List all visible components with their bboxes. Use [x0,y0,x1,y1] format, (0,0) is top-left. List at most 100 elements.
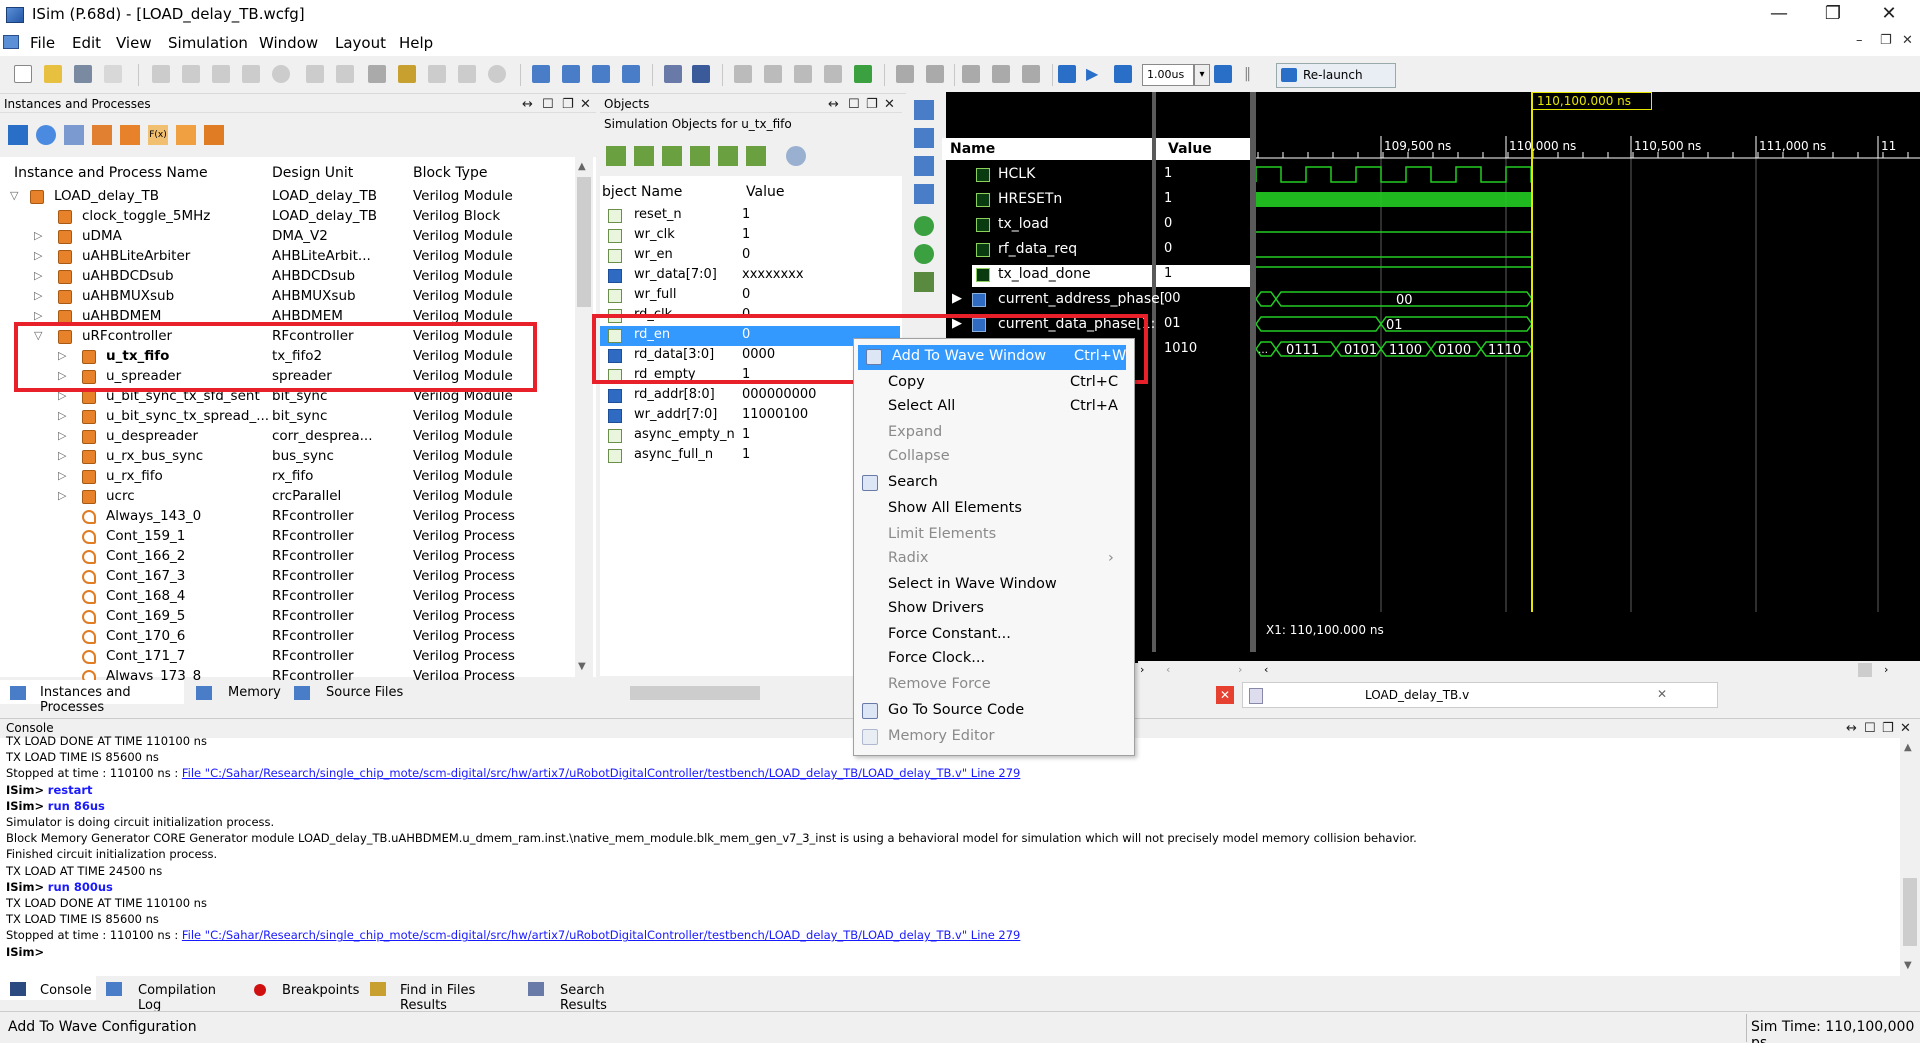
tree-row-clock-toggle-5mhz[interactable]: clock_toggle_5MHz LOAD_delay_TB Verilog Bl… [0,207,575,227]
tree-row-cont-167-3[interactable]: Cont_167_3 RFcontroller Verilog Process [0,567,575,587]
expand-arrow-icon[interactable]: ▷ [34,269,42,282]
menu-simulation[interactable]: Simulation [168,34,248,52]
context-menu-show-drivers[interactable]: Show Drivers [854,597,1134,622]
constant-filter-icon[interactable] [718,146,738,166]
console-scrollbar[interactable]: ▲ ▼ [1900,738,1920,976]
tree-row-cont-170-6[interactable]: Cont_170_6 RFcontroller Verilog Process [0,627,575,647]
mdi-minimize-icon[interactable]: – [1856,33,1863,48]
objects-close-icon[interactable]: ✕ [884,97,895,112]
collapse-arrow-icon[interactable]: ▽ [10,189,18,202]
zoom-out-wave-icon[interactable] [914,128,934,148]
zoom-in-icon[interactable] [734,65,752,83]
tree-row-cont-171-7[interactable]: Cont_171_7 RFcontroller Verilog Process [0,647,575,667]
object-row-wr-en[interactable]: wr_en 0 [600,246,900,266]
expand-arrow-icon[interactable]: ▷ [34,309,42,322]
tree-row-cont-159-1[interactable]: Cont_159_1 RFcontroller Verilog Process [0,527,575,547]
open-folder-icon[interactable] [44,65,62,83]
close-wave-tab-icon[interactable]: ✕ [1216,686,1234,704]
tree-row-udma[interactable]: ▷ uDMA DMA_V2 Verilog Module [0,227,575,247]
menu-help[interactable]: Help [399,34,433,52]
tree-row-u-rx-bus-sync[interactable]: ▷ u_rx_bus_sync bus_sync Verilog Module [0,447,575,467]
module-filter-icon[interactable] [120,125,140,145]
run-time-dropdown[interactable]: ▾ [1194,64,1210,86]
restart-icon[interactable] [1058,65,1076,83]
zoom-full-wave-icon[interactable] [914,156,934,176]
internal-filter-icon[interactable] [690,146,710,166]
restore-button[interactable]: ❐ [1810,0,1856,30]
panel-float-icon[interactable]: ❐ [562,97,574,112]
objects-settings-icon[interactable] [786,146,806,166]
menu-file[interactable]: File [30,34,55,52]
waveform-canvas[interactable]: 109,500 ns 110,000 ns 110,500 ns 111,000 ns… [1256,92,1920,663]
restore-layout-icon[interactable] [622,65,640,83]
context-menu-show-all-elements[interactable]: Show All Elements [854,497,1134,522]
find-down-icon[interactable] [428,65,446,83]
objects-move-icon[interactable]: ↔ [828,97,839,112]
menu-layout[interactable]: Layout [335,34,386,52]
object-row-wr-full[interactable]: wr_full 0 [600,286,900,306]
find-icon[interactable] [368,65,386,83]
run-time-input[interactable]: 1.00us [1142,64,1194,86]
delete-icon[interactable] [242,65,260,83]
console-float-icon[interactable]: ❐ [1882,721,1894,736]
context-menu-add-to-wave-window[interactable]: Add To Wave Window Ctrl+W [858,345,1126,370]
console-scrollbar-thumb[interactable] [1903,878,1917,946]
tile-horizontal-icon[interactable] [562,65,580,83]
process-filter-icon[interactable] [36,125,56,145]
console-close-icon[interactable]: ✕ [1900,721,1911,736]
input-filter-icon[interactable] [606,146,626,166]
cursor-time-label[interactable]: 110,100.000 ns [1532,92,1652,110]
tab-instances-processes[interactable]: Instances and Processes [0,680,184,715]
context-menu-force-clock[interactable]: Force Clock... [854,647,1134,672]
variable-filter-icon[interactable] [746,146,766,166]
step-over-icon[interactable] [992,65,1010,83]
step-return-icon[interactable] [1022,65,1040,83]
tree-row-always-143-0[interactable]: Always_143_0 RFcontroller Verilog Process [0,507,575,527]
tree-row-ucrc[interactable]: ▷ ucrc crcParallel Verilog Module [0,487,575,507]
tree-row-u-bit-sync-tx-spread-[interactable]: ▷ u_bit_sync_tx_spread_... bit_sync Verilog… [0,407,575,427]
tree-row-u-despreader[interactable]: ▷ u_despreader corr_desprea... Verilog Modu… [0,427,575,447]
tab-load-delay-tb-v[interactable]: LOAD_delay_TB.v ✕ [1242,682,1718,708]
tile-vertical-icon[interactable] [592,65,610,83]
tree-row-cont-169-5[interactable]: Cont_169_5 RFcontroller Verilog Process [0,607,575,627]
object-row-wr-data-7-0[interactable]: wr_data[7:0] xxxxxxxx [600,266,900,286]
find-up-icon[interactable] [458,65,476,83]
context-menu-force-constant[interactable]: Force Constant... [854,623,1134,648]
step-time-icon[interactable] [1214,65,1232,83]
context-menu-copy[interactable]: Copy Ctrl+C [854,371,1134,396]
console-move-icon[interactable]: ↔ [1846,721,1857,736]
instances-scrollbar[interactable]: ▲ ▼ [575,157,593,677]
tab-memory[interactable]: Memory [192,680,282,704]
marker-icon[interactable] [896,65,914,83]
tab-source-files[interactable]: Source Files [290,680,410,704]
wave-hscrollbar[interactable]: › ‹ › ‹ › [1138,661,1920,679]
context-menu-search[interactable]: Search [854,471,1134,496]
next-transition-icon[interactable] [914,244,934,264]
context-menu-select-all[interactable]: Select All Ctrl+A [854,395,1134,420]
menu-edit[interactable]: Edit [72,34,101,52]
zoom-out-icon[interactable] [764,65,782,83]
marker-next-icon[interactable] [926,65,944,83]
mdi-close-icon[interactable]: ✕ [1902,33,1913,48]
stop-icon[interactable] [272,65,290,83]
wave-signal-row[interactable]: tx_load 0 [942,212,1256,237]
tab-compilation-log[interactable]: Compilation Log [104,976,232,1013]
relaunch-button[interactable]: Re-launch [1276,63,1396,88]
zoom-cursor-icon[interactable] [824,65,842,83]
run-for-icon[interactable] [1114,65,1132,83]
step-icon[interactable] [962,65,980,83]
new-file-icon[interactable] [14,65,32,83]
output-filter-icon[interactable] [634,146,654,166]
expand-arrow-icon[interactable]: ▷ [34,229,42,242]
wave-signal-row[interactable]: ▶ current_address_phase[00 [942,287,1256,312]
expand-arrow-icon[interactable]: ▷ [58,469,66,482]
zoom-fit-icon[interactable] [794,65,812,83]
expand-arrow-icon[interactable]: ▷ [34,289,42,302]
panel-minimize-icon[interactable]: ☐ [542,97,554,112]
tree-row-uahblitearbiter[interactable]: ▷ uAHBLiteArbiter AHBLiteArbit... Verilog M… [0,247,575,267]
context-help-icon[interactable] [692,65,710,83]
mdi-document-icon[interactable] [3,35,19,49]
objects-hscrollbar[interactable] [600,684,856,702]
tab-breakpoints[interactable]: Breakpoints [250,976,360,1000]
expand-arrow-icon[interactable]: ▷ [58,429,66,442]
